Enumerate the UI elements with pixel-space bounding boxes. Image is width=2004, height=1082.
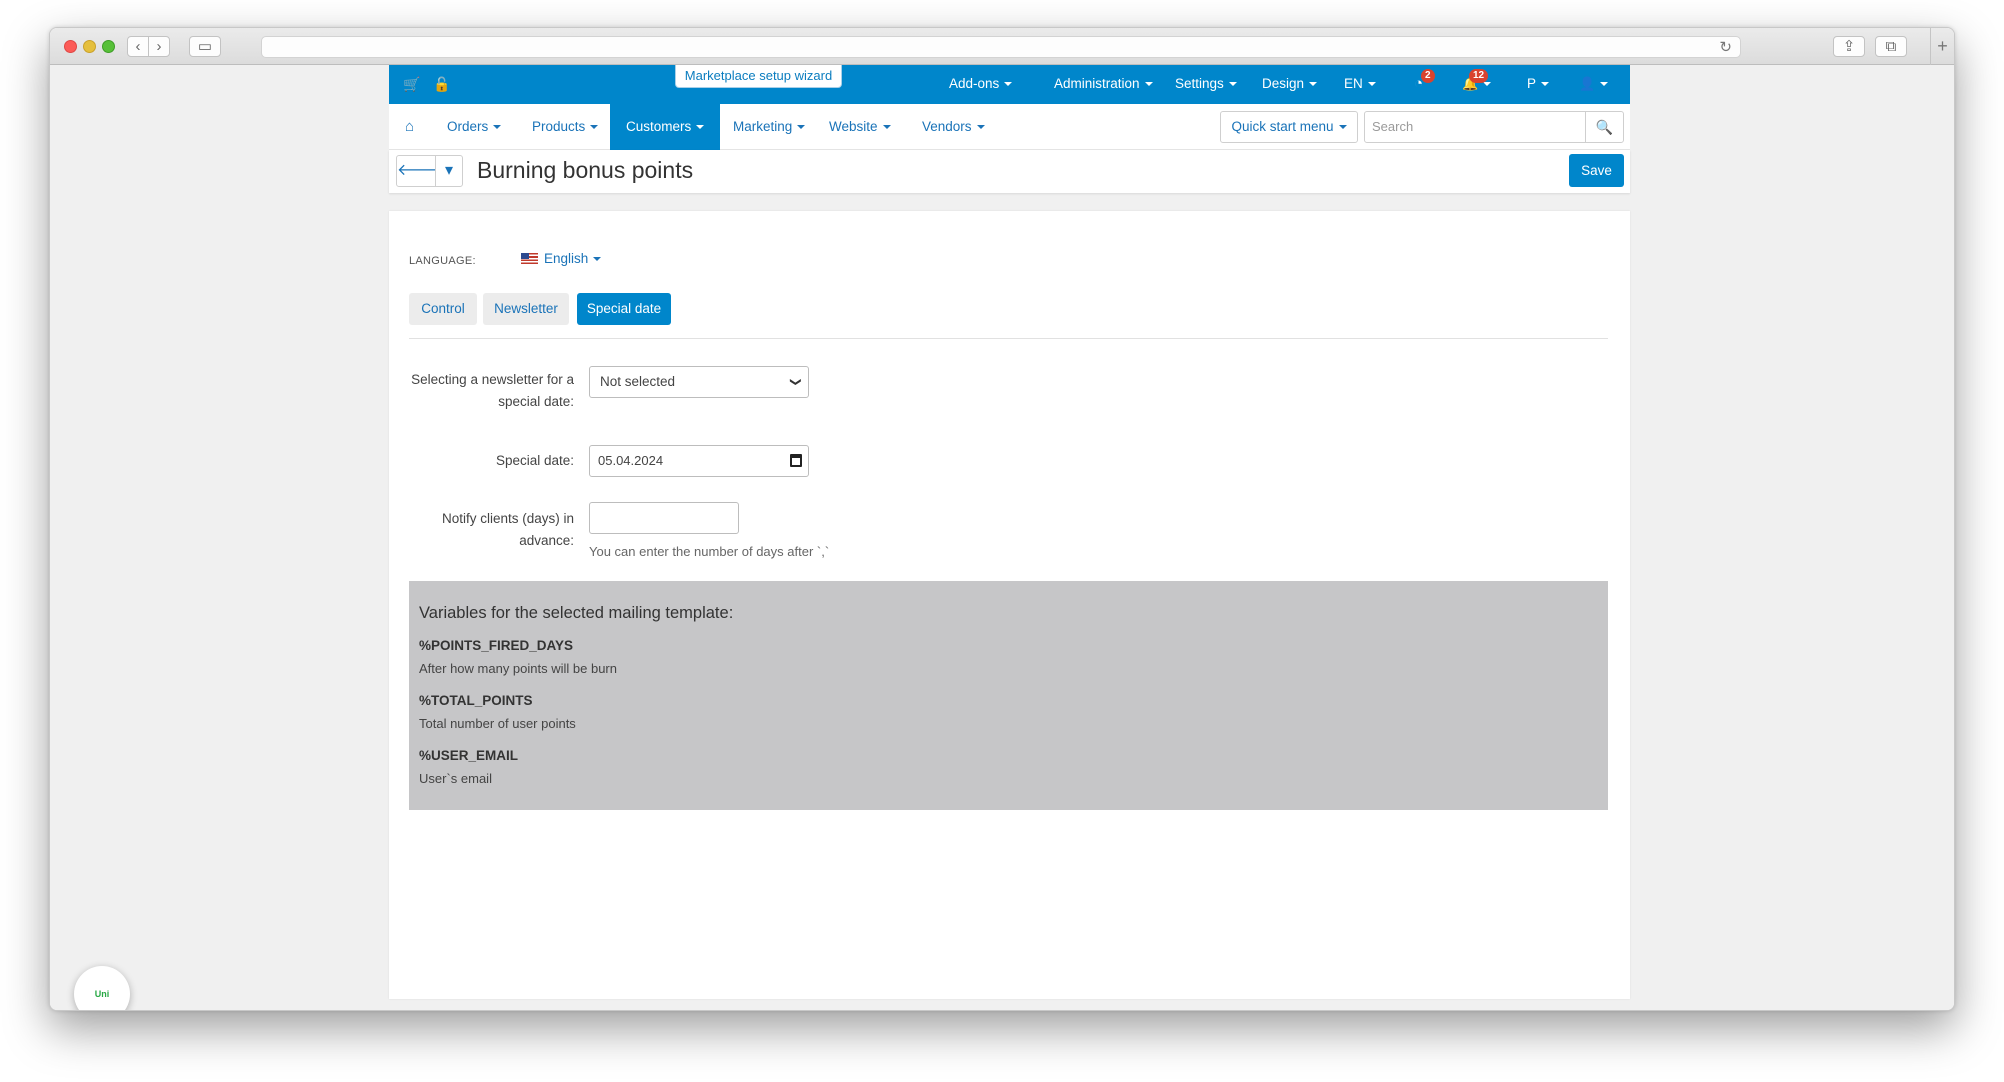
variable-description: User`s email: [419, 771, 492, 786]
nav-customers[interactable]: Customers: [610, 104, 721, 150]
variables-title: Variables for the selected mailing templ…: [419, 604, 734, 622]
tab-special-date[interactable]: Special date: [577, 293, 671, 325]
uni-chat-widget[interactable]: Uni: [74, 966, 130, 1010]
lock-icon[interactable]: 🔓: [433, 76, 450, 92]
minimize-window-button[interactable]: [83, 40, 96, 53]
notify-days-help: You can enter the number of days after `…: [589, 544, 830, 559]
user-icon[interactable]: 👤: [1579, 76, 1608, 92]
cart-icon[interactable]: 🛒: [403, 76, 420, 92]
notify-label-line1: Notify clients (days) in: [441, 511, 574, 526]
us-flag-icon: [521, 253, 538, 264]
topnav-administration[interactable]: Administration: [1054, 76, 1153, 91]
calendar-icon[interactable]: [790, 454, 802, 467]
back-dropdown-icon[interactable]: ▾: [435, 155, 463, 187]
variable-description: After how many points will be burn: [419, 661, 617, 676]
main-navigation: ⌂ Orders Products Customers Marketing We…: [389, 104, 1630, 150]
browser-toolbar: ‹ › ▭ ↻ ⇪ ⧉ +: [50, 28, 1954, 65]
template-variables-panel: Variables for the selected mailing templ…: [409, 581, 1608, 810]
newsletter-select[interactable]: Not selected ❯: [589, 366, 809, 398]
share-icon[interactable]: ⇪: [1833, 36, 1865, 57]
language-selector[interactable]: English: [521, 251, 601, 266]
language-label: LANGUAGE:: [409, 255, 476, 267]
nav-website[interactable]: Website: [813, 104, 907, 150]
browser-window: ‹ › ▭ ↻ ⇪ ⧉ + 🛒 🔓 Marketplace setup wiza…: [49, 27, 1955, 1011]
topnav-design[interactable]: Design: [1262, 76, 1317, 91]
topbar-left-icons: 🛒 🔓: [403, 76, 460, 93]
search-input[interactable]: Search: [1364, 111, 1586, 143]
newsletter-label-line1: Selecting a newsletter for a: [411, 372, 574, 387]
variable-name: %TOTAL_POINTS: [419, 693, 533, 708]
chevron-down-icon: ❯: [789, 377, 802, 387]
notify-label-line2: advance:: [519, 533, 574, 548]
save-button[interactable]: Save: [1569, 154, 1624, 187]
nav-marketing[interactable]: Marketing: [717, 104, 821, 150]
language-value: English: [544, 251, 589, 266]
newsletter-select-label: Selecting a newsletter for a special dat…: [399, 369, 574, 413]
page-title: Burning bonus points: [477, 157, 694, 183]
reload-icon[interactable]: ↻: [1719, 38, 1732, 56]
topnav-settings[interactable]: Settings: [1175, 76, 1237, 91]
content-panel: LANGUAGE: English Control Newsletter Spe…: [389, 211, 1630, 999]
page-header: 🡐 ▾ Burning bonus points Save: [389, 150, 1630, 193]
tab-newsletter[interactable]: Newsletter: [483, 293, 569, 325]
updates-badge: 2: [1421, 69, 1435, 83]
back-arrow-icon[interactable]: 🡐: [396, 155, 440, 187]
close-window-button[interactable]: [64, 40, 77, 53]
admin-topbar: 🛒 🔓 Marketplace setup wizard Add-ons Adm…: [389, 65, 1630, 104]
quick-start-menu-button[interactable]: Quick start menu: [1220, 111, 1358, 143]
sidebar-toggle-icon[interactable]: ▭: [189, 36, 221, 57]
home-icon[interactable]: ⌂: [389, 104, 430, 150]
newsletter-label-line2: special date:: [498, 394, 574, 409]
nav-orders[interactable]: Orders: [431, 104, 517, 150]
notify-days-label: Notify clients (days) in advance:: [399, 508, 574, 552]
nav-products[interactable]: Products: [516, 104, 614, 150]
marketplace-wizard-button[interactable]: Marketplace setup wizard: [675, 65, 842, 88]
profile-menu[interactable]: P: [1527, 76, 1549, 91]
browser-back-icon[interactable]: ‹: [127, 36, 149, 57]
variable-name: %USER_EMAIL: [419, 748, 519, 763]
special-date-value: 05.04.2024: [598, 453, 664, 468]
variable-name: %POINTS_FIRED_DAYS: [419, 638, 574, 653]
zoom-window-button[interactable]: [102, 40, 115, 53]
special-date-label: Special date:: [495, 453, 574, 468]
admin-app: 🛒 🔓 Marketplace setup wizard Add-ons Adm…: [389, 65, 1630, 999]
search-icon[interactable]: 🔍: [1585, 111, 1624, 143]
topnav-language[interactable]: EN: [1344, 76, 1376, 91]
nav-vendors[interactable]: Vendors: [906, 104, 1001, 150]
topnav-addons[interactable]: Add-ons: [949, 76, 1012, 91]
special-date-input[interactable]: 05.04.2024: [589, 445, 809, 477]
new-tab-icon[interactable]: +: [1930, 28, 1954, 65]
tab-control[interactable]: Control: [409, 293, 477, 325]
page-viewport: 🛒 🔓 Marketplace setup wizard Add-ons Adm…: [50, 65, 1954, 1010]
tabs-divider: [409, 338, 1608, 339]
notify-days-input[interactable]: [589, 502, 739, 534]
variable-description: Total number of user points: [419, 716, 576, 731]
address-bar[interactable]: ↻: [261, 36, 1741, 58]
browser-forward-icon[interactable]: ›: [148, 36, 170, 57]
newsletter-select-value: Not selected: [600, 374, 676, 389]
notifications-badge: 12: [1469, 69, 1489, 83]
tab-overview-icon[interactable]: ⧉: [1875, 36, 1907, 57]
